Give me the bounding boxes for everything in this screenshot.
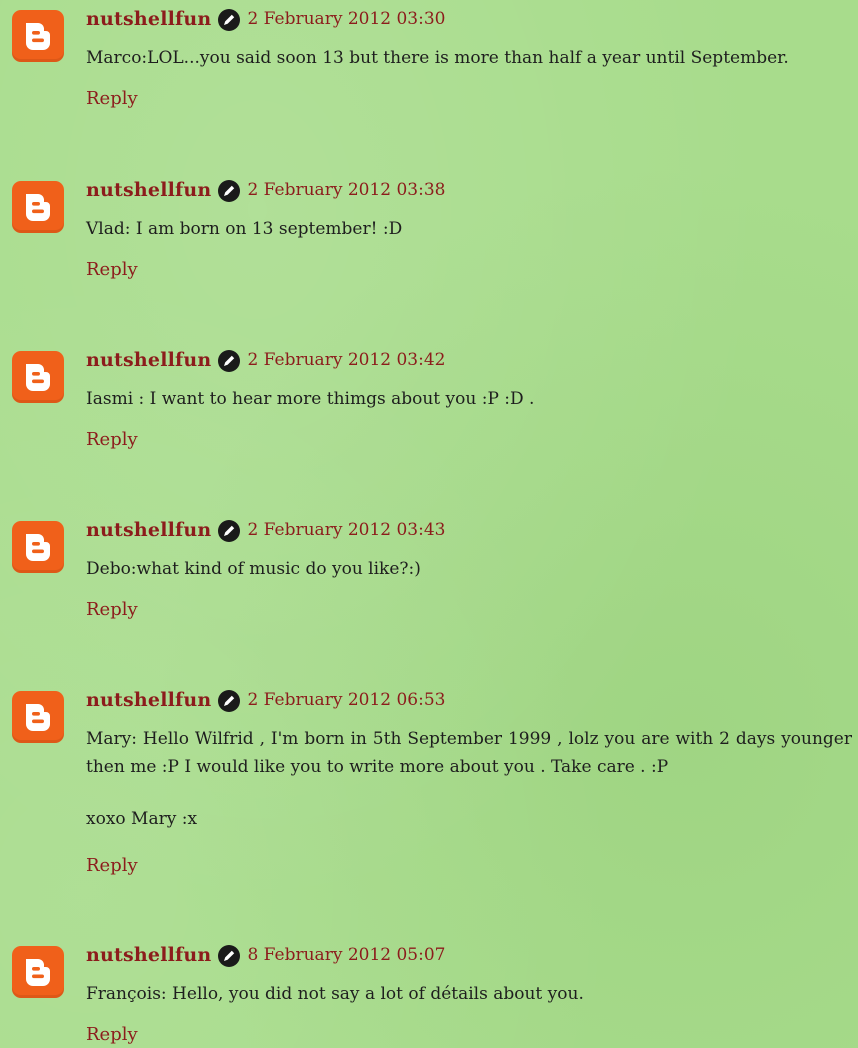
comment-body: Vlad: I am born on 13 september! :D: [86, 215, 852, 243]
reply-link[interactable]: Reply: [86, 1024, 138, 1045]
comment-timestamp[interactable]: 8 February 2012 05:07: [247, 945, 445, 965]
comment-timestamp[interactable]: 2 February 2012 03:43: [247, 520, 445, 540]
comment-timestamp[interactable]: 2 February 2012 03:42: [247, 350, 445, 370]
comment-body: François: Hello, you did not say a lot o…: [86, 980, 852, 1008]
comment-body: Marco:LOL...you said soon 13 but there i…: [86, 44, 852, 72]
comment-author[interactable]: nutshellfun: [86, 944, 211, 966]
comment-author[interactable]: nutshellfun: [86, 179, 211, 201]
comment-item: nutshellfun 2 February 2012 03:42 Iasmi …: [0, 341, 858, 461]
comment-header: nutshellfun 2 February 2012 03:30: [86, 4, 446, 34]
reply-link[interactable]: Reply: [86, 259, 138, 280]
comment-text: Vlad: I am born on 13 september! :D: [86, 219, 403, 239]
comment-header: nutshellfun 2 February 2012 03:38: [86, 175, 446, 205]
pencil-edit-icon[interactable]: [218, 180, 241, 202]
blogger-icon[interactable]: [12, 181, 64, 233]
reply-link[interactable]: Reply: [86, 88, 138, 109]
comment-item: nutshellfun 2 February 2012 03:38 Vlad: …: [0, 171, 858, 291]
comment-header: nutshellfun 8 February 2012 05:07: [86, 940, 446, 970]
pencil-edit-icon[interactable]: [218, 350, 241, 372]
comment-text: Mary: Hello Wilfrid , I'm born in 5th Se…: [86, 729, 852, 777]
comment-timestamp[interactable]: 2 February 2012 06:53: [247, 690, 445, 710]
comment-author[interactable]: nutshellfun: [86, 519, 211, 541]
comment-header: nutshellfun 2 February 2012 06:53: [86, 685, 446, 715]
comment-item: nutshellfun 2 February 2012 03:43 Debo:w…: [0, 511, 858, 631]
reply-link[interactable]: Reply: [86, 429, 138, 450]
pencil-edit-icon[interactable]: [218, 690, 241, 712]
comment-author[interactable]: nutshellfun: [86, 8, 211, 30]
pencil-edit-icon[interactable]: [218, 520, 241, 542]
blogger-icon[interactable]: [12, 691, 64, 743]
comment-author[interactable]: nutshellfun: [86, 349, 211, 371]
comment-text: Debo:what kind of music do you like?:): [86, 559, 421, 579]
comment-item: nutshellfun 2 February 2012 03:30 Marco:…: [0, 0, 858, 120]
comment-body: Mary: Hello Wilfrid , I'm born in 5th Se…: [86, 725, 852, 833]
comment-text: François: Hello, you did not say a lot o…: [86, 984, 584, 1004]
comment-author[interactable]: nutshellfun: [86, 689, 211, 711]
comment-body: Debo:what kind of music do you like?:): [86, 555, 852, 583]
comment-header: nutshellfun 2 February 2012 03:42: [86, 345, 446, 375]
blogger-icon[interactable]: [12, 521, 64, 573]
pencil-edit-icon[interactable]: [218, 9, 241, 31]
comment-item: nutshellfun 2 February 2012 06:53 Mary: …: [0, 681, 858, 891]
comment-item: nutshellfun 8 February 2012 05:07 Franço…: [0, 936, 858, 1048]
reply-link[interactable]: Reply: [86, 599, 138, 620]
blogger-icon[interactable]: [12, 946, 64, 998]
comment-timestamp[interactable]: 2 February 2012 03:30: [247, 9, 445, 29]
pencil-edit-icon[interactable]: [218, 945, 241, 967]
blogger-icon[interactable]: [12, 10, 64, 62]
reply-link[interactable]: Reply: [86, 855, 138, 876]
comment-header: nutshellfun 2 February 2012 03:43: [86, 515, 446, 545]
comment-text: Iasmi : I want to hear more thimgs about…: [86, 389, 535, 409]
blogger-icon[interactable]: [12, 351, 64, 403]
comment-timestamp[interactable]: 2 February 2012 03:38: [247, 180, 445, 200]
comment-body: Iasmi : I want to hear more thimgs about…: [86, 385, 852, 413]
comment-text: Marco:LOL...you said soon 13 but there i…: [86, 48, 789, 68]
comment-signoff: xoxo Mary :x: [86, 809, 198, 829]
comment-thread: nutshellfun 2 February 2012 03:30 Marco:…: [0, 0, 858, 1048]
